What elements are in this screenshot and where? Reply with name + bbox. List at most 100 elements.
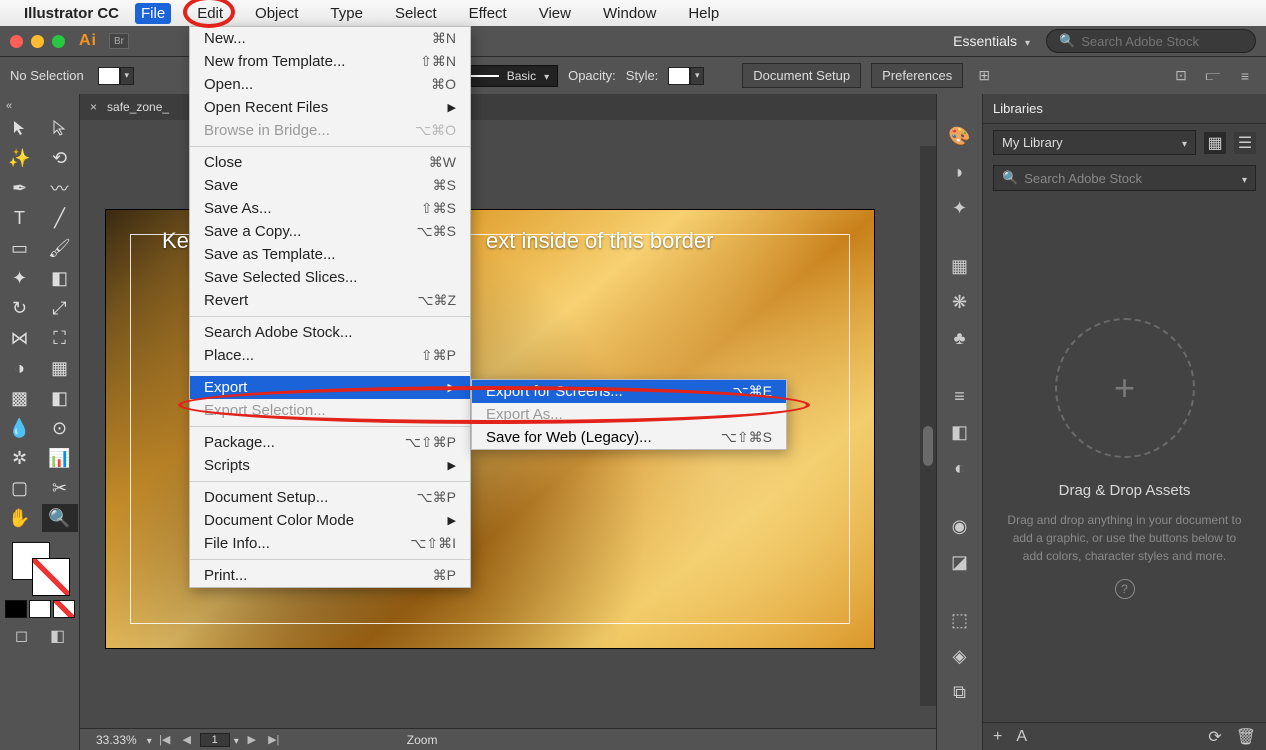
menu-item-export[interactable]: Export▶ <box>190 376 470 399</box>
menu-item-package[interactable]: Package...⌥⇧⌘P <box>190 431 470 454</box>
gradient-mode-chip[interactable] <box>29 600 51 618</box>
menu-item-search-adobe-stock[interactable]: Search Adobe Stock... <box>190 321 470 344</box>
selection-tool[interactable] <box>2 114 38 142</box>
gradient-tool[interactable]: ◧ <box>42 384 78 412</box>
menu-item-revert[interactable]: Revert⌥⌘Z <box>190 289 470 312</box>
library-search[interactable]: 🔍 Search Adobe Stock <box>993 165 1256 191</box>
cloud-sync-icon[interactable]: ⟳ <box>1208 727 1221 747</box>
align-panel-icon[interactable]: ⫍ <box>1202 65 1224 87</box>
style-swatch-dropdown[interactable]: ▾ <box>668 67 704 85</box>
zoom-tool[interactable]: 🔍 <box>42 504 78 532</box>
document-tab-name[interactable]: safe_zone_ <box>107 100 169 114</box>
menubar-item-type[interactable]: Type <box>324 3 369 24</box>
submenu-item-export-for-screens[interactable]: Export for Screens...⌥⌘E <box>472 380 786 403</box>
menu-item-save-as-template[interactable]: Save as Template... <box>190 243 470 266</box>
hand-tool[interactable]: ✋ <box>2 504 38 532</box>
menu-item-open[interactable]: Open...⌘O <box>190 73 470 96</box>
curvature-tool[interactable]: 〰 <box>42 174 78 202</box>
eyedropper-tool[interactable]: 💧 <box>2 414 38 442</box>
fill-stroke-indicator[interactable] <box>12 542 68 594</box>
document-setup-button[interactable]: Document Setup <box>742 63 861 88</box>
menu-item-scripts[interactable]: Scripts▶ <box>190 454 470 477</box>
clover-panel-icon[interactable]: ♣ <box>946 326 974 350</box>
menu-item-save-a-copy[interactable]: Save a Copy...⌥⌘S <box>190 220 470 243</box>
direct-selection-tool[interactable] <box>42 114 78 142</box>
menu-item-document-setup[interactable]: Document Setup...⌥⌘P <box>190 486 470 509</box>
free-transform-tool[interactable]: ⛶ <box>42 324 78 352</box>
menu-item-place[interactable]: Place...⇧⌘P <box>190 344 470 367</box>
menubar-item-object[interactable]: Object <box>249 3 304 24</box>
appearance-panel-icon[interactable]: ◉ <box>946 514 974 538</box>
stroke-swatch[interactable] <box>32 558 70 596</box>
draw-normal-icon[interactable]: ◻ <box>4 624 40 648</box>
menubar-item-file[interactable]: File <box>135 3 171 24</box>
brushes-panel-icon[interactable]: ▦ <box>946 254 974 278</box>
transform-icon[interactable]: ⊡ <box>1170 65 1192 87</box>
menu-item-document-color-mode[interactable]: Document Color Mode▶ <box>190 509 470 532</box>
text-style-icon[interactable]: A <box>1016 728 1027 746</box>
menubar-item-view[interactable]: View <box>533 3 577 24</box>
none-mode-chip[interactable] <box>53 600 75 618</box>
gradient-panel-icon[interactable]: ◧ <box>946 420 974 444</box>
artboards-panel-icon[interactable]: ⧉ <box>946 680 974 704</box>
search-adobe-stock[interactable]: 🔍 <box>1046 29 1256 53</box>
slice-tool[interactable]: ✂ <box>42 474 78 502</box>
graphic-styles-panel-icon[interactable]: ◪ <box>946 550 974 574</box>
menu-item-save-selected-slices[interactable]: Save Selected Slices... <box>190 266 470 289</box>
chevron-down-icon[interactable] <box>147 733 152 747</box>
transparency-panel-icon[interactable]: ◐ <box>946 456 974 480</box>
menu-item-file-info[interactable]: File Info...⌥⇧⌘I <box>190 532 470 555</box>
chevron-down-icon[interactable] <box>234 733 239 747</box>
vertical-scrollbar[interactable] <box>920 146 936 706</box>
menubar-item-edit[interactable]: Edit <box>191 3 229 24</box>
column-graph-tool[interactable]: 📊 <box>42 444 78 472</box>
menubar-item-help[interactable]: Help <box>682 3 725 24</box>
blend-tool[interactable]: ⊙ <box>42 414 78 442</box>
workspace-switcher[interactable]: Essentials <box>953 33 1030 49</box>
color-panel-icon[interactable]: 🎨 <box>946 124 974 148</box>
stroke-panel-icon[interactable]: ≡ <box>946 384 974 408</box>
swatches-panel-icon[interactable]: ✦ <box>946 196 974 220</box>
menu-item-print[interactable]: Print...⌘P <box>190 564 470 587</box>
close-tab-icon[interactable]: × <box>90 100 97 114</box>
search-input[interactable] <box>1081 34 1251 49</box>
rotate-tool[interactable]: ↻ <box>2 294 38 322</box>
library-drop-zone[interactable]: + Drag & Drop Assets Drag and drop anyth… <box>983 195 1266 722</box>
rectangle-tool[interactable]: ▭ <box>2 234 38 262</box>
zoom-window-icon[interactable] <box>52 35 65 48</box>
preferences-button[interactable]: Preferences <box>871 63 963 88</box>
submenu-item-save-for-web-legacy[interactable]: Save for Web (Legacy)...⌥⇧⌘S <box>472 426 786 449</box>
eraser-tool[interactable]: ◧ <box>42 264 78 292</box>
fill-swatch-dropdown[interactable]: ▾ <box>98 67 134 85</box>
mesh-tool[interactable]: ▩ <box>2 384 38 412</box>
delete-icon[interactable]: 🗑 <box>1236 727 1256 747</box>
draw-behind-icon[interactable]: ◧ <box>40 624 76 648</box>
lasso-tool[interactable]: ⟲ <box>42 144 78 172</box>
menubar-item-select[interactable]: Select <box>389 3 443 24</box>
add-content-icon[interactable]: + <box>993 728 1002 746</box>
perspective-tool[interactable]: ▦ <box>42 354 78 382</box>
options-icon[interactable]: ≡ <box>1234 65 1256 87</box>
menubar-item-effect[interactable]: Effect <box>463 3 513 24</box>
collapse-toolbox-icon[interactable]: « <box>0 98 79 114</box>
library-selector[interactable]: My Library <box>993 130 1196 155</box>
asset-export-panel-icon[interactable]: ◈ <box>946 644 974 668</box>
color-guide-panel-icon[interactable]: ◗ <box>946 160 974 184</box>
line-tool[interactable]: ╱ <box>42 204 78 232</box>
align-icon[interactable]: ⊞ <box>973 65 995 87</box>
first-artboard-icon[interactable]: |◀ <box>156 733 174 746</box>
menu-item-open-recent-files[interactable]: Open Recent Files▶ <box>190 96 470 119</box>
artboard-tool[interactable]: ▢ <box>2 474 38 502</box>
zoom-level[interactable]: 33.33% <box>90 733 143 747</box>
scrollbar-thumb[interactable] <box>923 426 933 466</box>
menu-item-save-as[interactable]: Save As...⇧⌘S <box>190 197 470 220</box>
scale-tool[interactable]: ⤢ <box>42 294 78 322</box>
menu-item-new[interactable]: New...⌘N <box>190 27 470 50</box>
help-icon[interactable]: ? <box>1115 579 1135 599</box>
shape-builder-tool[interactable]: ◑ <box>2 354 38 382</box>
artboard-number-input[interactable] <box>200 733 230 747</box>
grid-view-icon[interactable]: ▦ <box>1204 132 1226 154</box>
pen-tool[interactable]: ✒ <box>2 174 38 202</box>
color-mode-chip[interactable] <box>5 600 27 618</box>
shaper-tool[interactable]: ✦ <box>2 264 38 292</box>
